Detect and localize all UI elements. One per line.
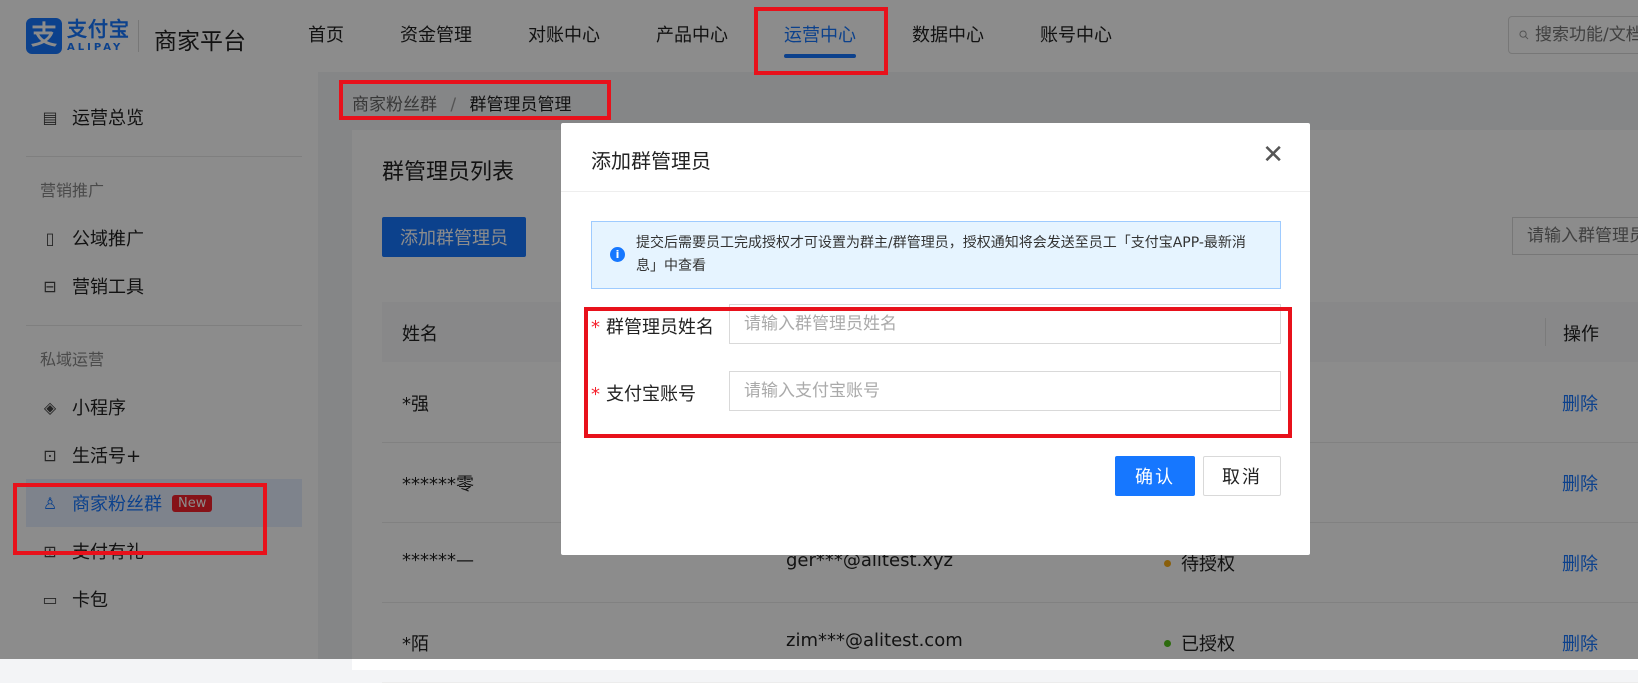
- admin-name-label: * 群管理员姓名: [591, 317, 714, 338]
- required-mark: *: [591, 384, 600, 405]
- close-icon[interactable]: ✕: [1262, 142, 1284, 168]
- modal-title: 添加群管理员: [591, 149, 711, 173]
- confirm-button[interactable]: 确认: [1115, 456, 1195, 496]
- info-alert-text: 提交后需要员工完成授权才可设置为群主/群管理员，授权通知将会发送至员工「支付宝A…: [636, 235, 1246, 274]
- cancel-button[interactable]: 取消: [1203, 456, 1281, 496]
- alipay-account-field[interactable]: [729, 371, 1281, 411]
- alipay-account-label: * 支付宝账号: [591, 384, 696, 405]
- add-admin-modal: 添加群管理员 ✕ i 提交后需要员工完成授权才可设置为群主/群管理员，授权通知将…: [561, 123, 1310, 555]
- info-icon: i: [610, 247, 625, 262]
- required-mark: *: [591, 317, 600, 338]
- info-alert: i 提交后需要员工完成授权才可设置为群主/群管理员，授权通知将会发送至员工「支付…: [591, 221, 1281, 289]
- modal-header: 添加群管理员 ✕: [561, 123, 1310, 192]
- admin-name-field[interactable]: [729, 304, 1281, 344]
